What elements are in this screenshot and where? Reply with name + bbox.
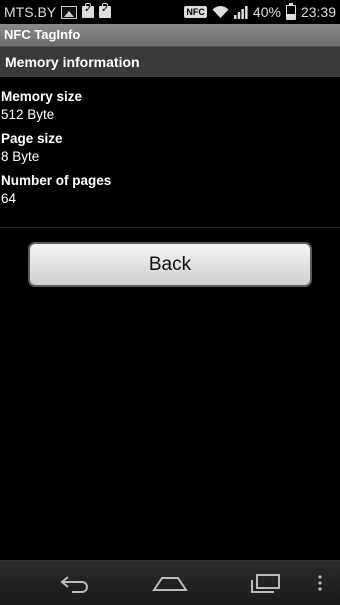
gallery-icon [61, 5, 78, 19]
overflow-menu-icon[interactable] [302, 569, 338, 597]
nfc-icon: NFC [184, 6, 207, 18]
clock: 23:39 [300, 4, 336, 20]
home-icon[interactable] [150, 569, 190, 597]
field-number-of-pages: Number of pages 64 [0, 172, 340, 208]
divider [0, 227, 340, 228]
section-title: Memory information [5, 54, 140, 70]
status-bar: MTS.BY NFC 40% 23:39 [0, 0, 340, 24]
wifi-icon [212, 5, 229, 19]
battery-icon [285, 2, 296, 20]
carrier-name: MTS.BY [4, 4, 57, 20]
field-label: Page size [1, 131, 63, 146]
section-header: Memory information [0, 46, 340, 77]
shopping-bag-icon [82, 3, 95, 18]
recent-apps-icon[interactable] [245, 569, 285, 597]
field-value: 8 Byte [1, 149, 40, 164]
back-icon[interactable] [55, 569, 95, 597]
shopping-bag-icon [99, 3, 112, 18]
navigation-bar [0, 560, 340, 605]
memory-info-list: Memory size 512 Byte Page size 8 Byte Nu… [0, 88, 340, 214]
app-title-bar: NFC TagInfo [0, 24, 340, 46]
field-page-size: Page size 8 Byte [0, 130, 340, 166]
app-title: NFC TagInfo [4, 27, 81, 42]
back-button[interactable]: Back [28, 242, 312, 287]
field-memory-size: Memory size 512 Byte [0, 88, 340, 124]
field-label: Number of pages [1, 173, 112, 188]
field-value: 64 [1, 191, 17, 206]
field-label: Memory size [1, 89, 83, 104]
signal-icon [233, 5, 248, 19]
field-value: 512 Byte [1, 107, 55, 122]
battery-percent: 40% [252, 4, 281, 20]
